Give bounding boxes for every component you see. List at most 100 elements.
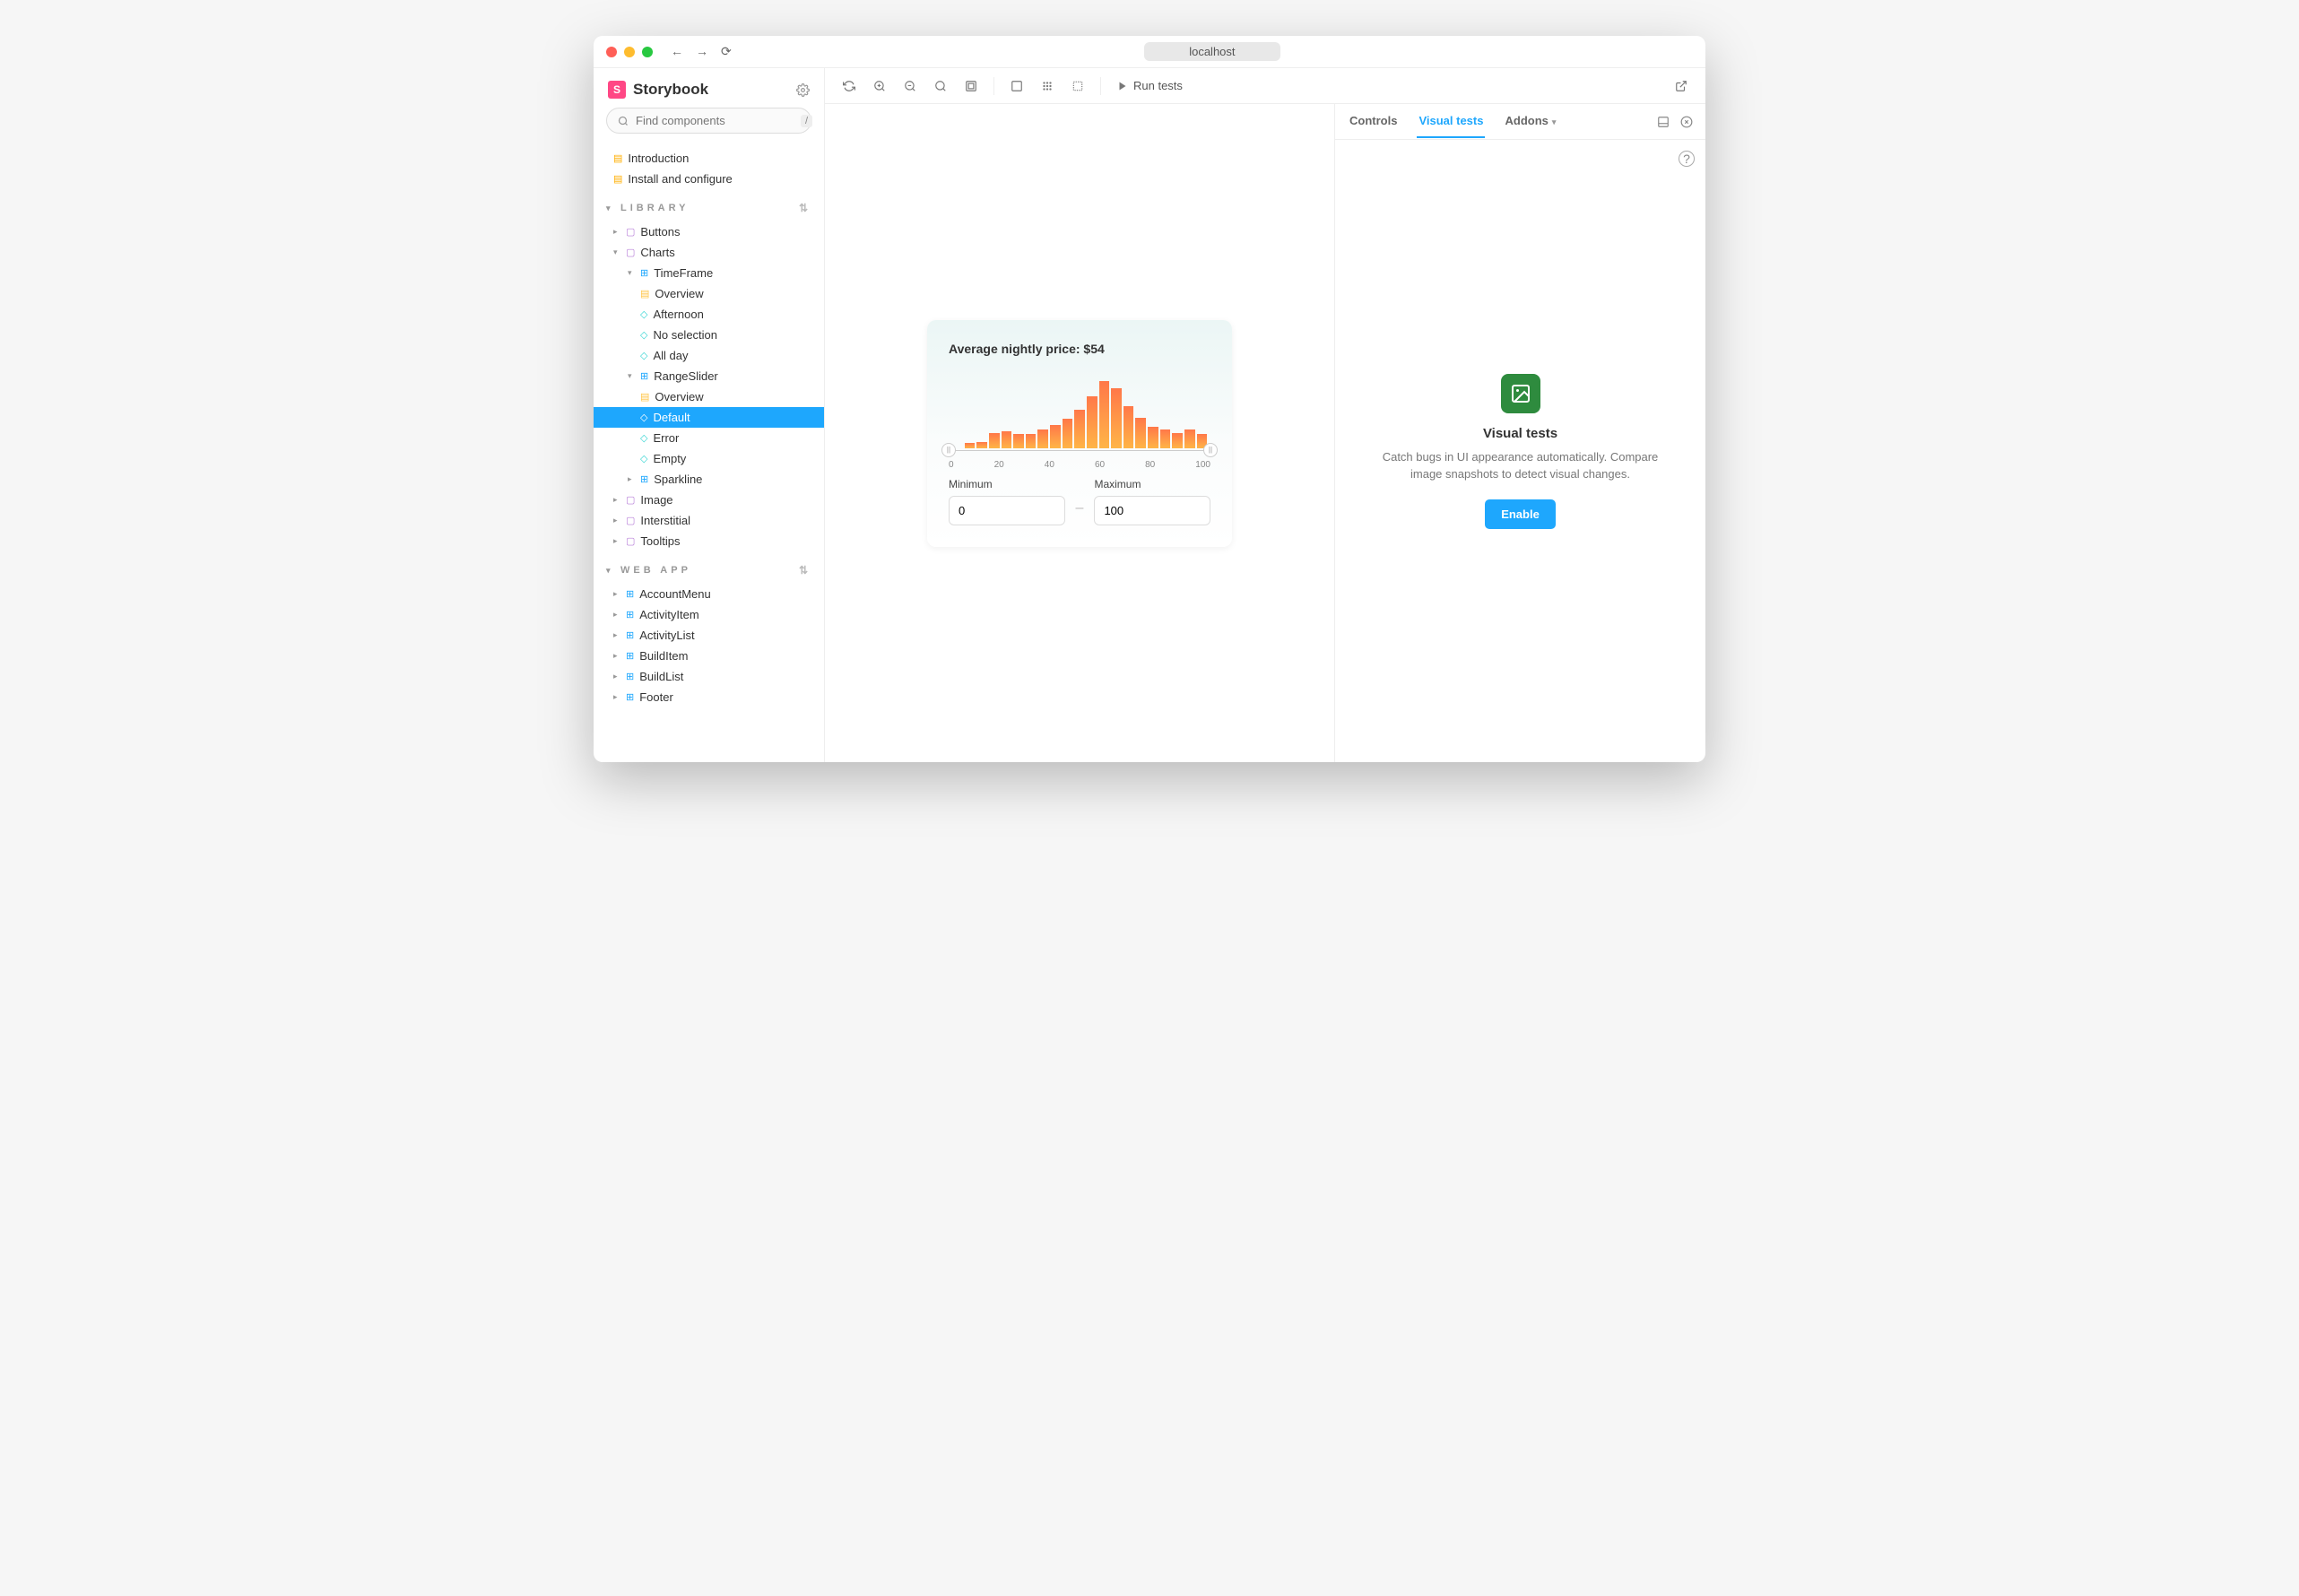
component-icon: ⊞	[640, 473, 648, 485]
histogram-bar	[1013, 434, 1024, 447]
doc-install[interactable]: ▤Install and configure	[594, 169, 824, 189]
folder-icon: ▢	[626, 515, 635, 526]
component-icon: ⊞	[640, 267, 648, 279]
min-label: Minimum	[949, 478, 1065, 490]
bookmark-icon: ◇	[640, 453, 647, 464]
folder-icon: ▢	[626, 494, 635, 506]
tab-controls[interactable]: Controls	[1348, 105, 1399, 138]
folder-icon: ▢	[626, 226, 635, 238]
story-rs-overview[interactable]: ▤Overview	[594, 386, 824, 407]
histogram-bar	[1087, 396, 1097, 448]
background-button[interactable]	[1003, 74, 1030, 98]
bookmark-icon: ◇	[640, 308, 647, 320]
minimize-window-button[interactable]	[624, 47, 635, 57]
search-input[interactable]: /	[606, 108, 811, 134]
component-icon: ⊞	[626, 588, 634, 600]
chevron-right-icon: ▸	[628, 474, 635, 484]
component-activitylist[interactable]: ▸⊞ActivityList	[594, 625, 824, 646]
x-axis-ticks: 020406080100	[949, 460, 1210, 470]
addon-tabs: Controls Visual tests Addons▾	[1335, 104, 1705, 140]
close-window-button[interactable]	[606, 47, 617, 57]
folder-charts[interactable]: ▾▢Charts	[594, 242, 824, 263]
enable-button[interactable]: Enable	[1485, 499, 1556, 529]
max-label: Maximum	[1094, 478, 1210, 490]
zoom-in-button[interactable]	[866, 74, 893, 98]
component-activityitem[interactable]: ▸⊞ActivityItem	[594, 604, 824, 625]
max-input[interactable]	[1094, 496, 1210, 525]
search-icon	[618, 116, 629, 126]
zoom-reset-button[interactable]	[927, 74, 954, 98]
histogram-bar	[1063, 419, 1073, 447]
tab-visual-tests[interactable]: Visual tests	[1417, 105, 1485, 138]
canvas-toolbar: Run tests	[825, 68, 1705, 104]
reload-button[interactable]: ⟳	[721, 44, 732, 59]
help-icon[interactable]: ?	[1679, 151, 1695, 167]
zoom-out-button[interactable]	[897, 74, 924, 98]
tick-label: 100	[1195, 460, 1210, 470]
story-tf-allday[interactable]: ◇All day	[594, 345, 824, 366]
open-new-tab-button[interactable]	[1668, 74, 1695, 98]
bookmark-icon: ◇	[640, 412, 647, 423]
visual-tests-panel: ? Visual tests Catch bugs in UI appearan…	[1335, 140, 1705, 762]
collapse-icon[interactable]: ⇅	[799, 202, 811, 214]
component-sparkline[interactable]: ▸⊞Sparkline	[594, 469, 824, 490]
maximize-window-button[interactable]	[642, 47, 653, 57]
slider-track[interactable]: || ||	[949, 450, 1210, 451]
chevron-right-icon: ▸	[613, 227, 620, 237]
histogram-bar	[1037, 429, 1048, 447]
folder-image[interactable]: ▸▢Image	[594, 490, 824, 510]
range-separator: –	[1076, 500, 1084, 525]
story-tf-noselection[interactable]: ◇No selection	[594, 325, 824, 345]
story-rs-empty[interactable]: ◇Empty	[594, 448, 824, 469]
component-accountmenu[interactable]: ▸⊞AccountMenu	[594, 584, 824, 604]
chevron-down-icon: ▾	[628, 268, 635, 278]
chevron-down-icon: ▾	[613, 247, 620, 257]
run-tests-button[interactable]: Run tests	[1110, 74, 1190, 98]
folder-icon: ▢	[626, 535, 635, 547]
folder-buttons[interactable]: ▸▢Buttons	[594, 221, 824, 242]
component-buildlist[interactable]: ▸⊞BuildList	[594, 666, 824, 687]
story-tf-afternoon[interactable]: ◇Afternoon	[594, 304, 824, 325]
min-input[interactable]	[949, 496, 1065, 525]
story-tf-overview[interactable]: ▤Overview	[594, 283, 824, 304]
folder-interstitial[interactable]: ▸▢Interstitial	[594, 510, 824, 531]
story-rs-error[interactable]: ◇Error	[594, 428, 824, 448]
panel-position-button[interactable]	[1657, 116, 1670, 128]
component-builditem[interactable]: ▸⊞BuildItem	[594, 646, 824, 666]
visual-tests-description: Catch bugs in UI appearance automaticall…	[1368, 448, 1673, 483]
slider-handle-max[interactable]: ||	[1203, 443, 1218, 457]
brand-name: Storybook	[633, 81, 708, 99]
tick-label: 60	[1095, 460, 1105, 470]
section-library[interactable]: ▾LIBRARY ⇅	[594, 195, 824, 221]
story-rs-default[interactable]: ◇Default	[594, 407, 824, 428]
slider-handle-min[interactable]: ||	[941, 443, 956, 457]
settings-gear-icon[interactable]	[796, 83, 810, 97]
back-button[interactable]: ←	[671, 44, 683, 59]
sidebar: S Storybook / ▤Introduction ▤Inst	[594, 68, 825, 762]
component-timeframe[interactable]: ▾⊞TimeFrame	[594, 263, 824, 283]
histogram-bar	[965, 443, 976, 447]
bookmark-icon: ◇	[640, 329, 647, 341]
doc-introduction[interactable]: ▤Introduction	[594, 148, 824, 169]
histogram-bar	[1148, 427, 1158, 448]
forward-button[interactable]: →	[696, 44, 708, 59]
component-icon: ⊞	[626, 629, 634, 641]
component-rangeslider[interactable]: ▾⊞RangeSlider	[594, 366, 824, 386]
grid-button[interactable]	[1034, 74, 1061, 98]
chevron-right-icon: ▸	[613, 516, 620, 525]
viewport-button[interactable]	[958, 74, 985, 98]
close-panel-button[interactable]	[1680, 116, 1693, 128]
histogram-bar	[1026, 434, 1037, 447]
remount-button[interactable]	[836, 74, 863, 98]
preview-canvas: Average nightly price: $54 || || 0204060…	[825, 104, 1334, 762]
visual-tests-title: Visual tests	[1483, 426, 1557, 441]
component-footer[interactable]: ▸⊞Footer	[594, 687, 824, 707]
address-bar[interactable]: localhost	[1144, 42, 1280, 61]
folder-tooltips[interactable]: ▸▢Tooltips	[594, 531, 824, 551]
search-field[interactable]	[636, 114, 794, 127]
tab-addons[interactable]: Addons▾	[1503, 105, 1557, 138]
measure-button[interactable]	[1064, 74, 1091, 98]
tick-label: 20	[994, 460, 1004, 470]
section-webapp[interactable]: ▾WEB APP ⇅	[594, 557, 824, 584]
collapse-icon[interactable]: ⇅	[799, 564, 811, 577]
